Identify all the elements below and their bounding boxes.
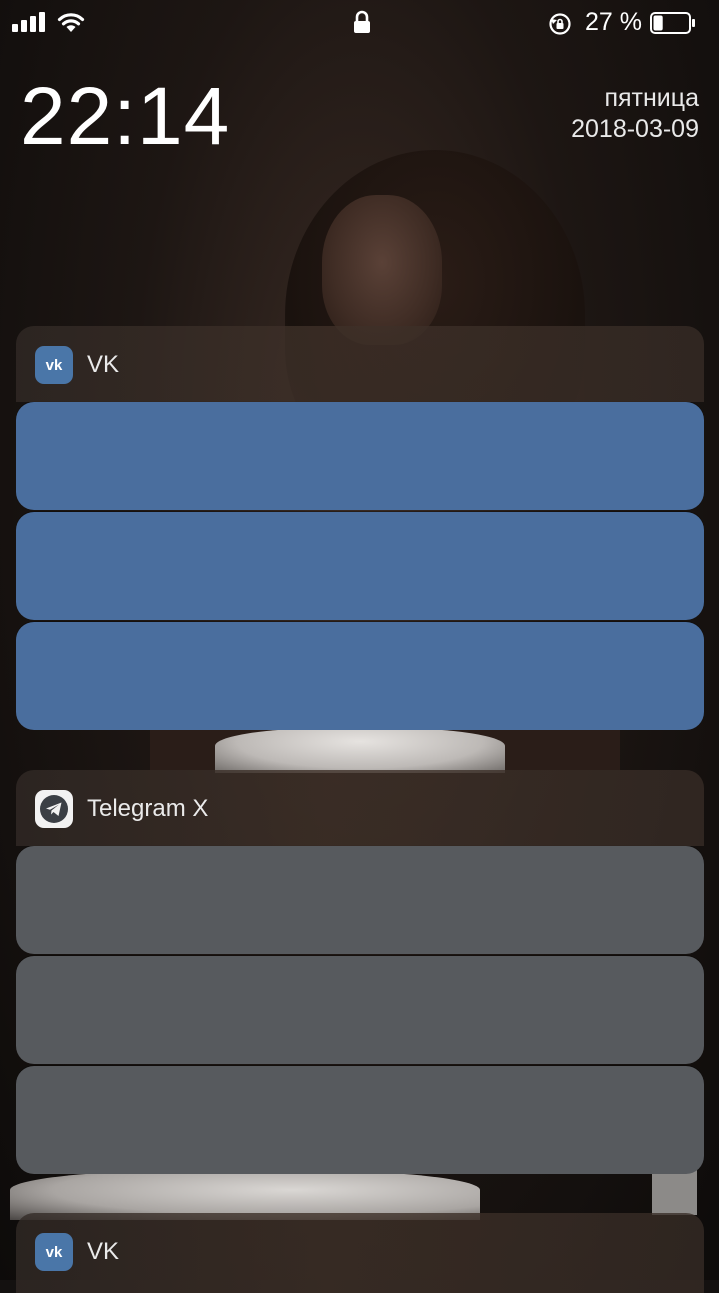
lockscreen-date: 2018-03-09 — [571, 115, 699, 143]
notification-card[interactable] — [16, 1066, 704, 1174]
cellular-signal-icon — [12, 12, 45, 32]
wifi-icon — [57, 13, 85, 32]
wallpaper-cat — [215, 728, 505, 773]
notification-group-vk-2[interactable]: vk VK — [16, 1213, 704, 1293]
app-name: VK — [87, 1238, 120, 1265]
telegram-icon — [35, 790, 73, 828]
lockscreen-weekday: пятница — [604, 84, 699, 112]
notification-card[interactable] — [16, 622, 704, 730]
wallpaper-chair — [652, 1170, 697, 1215]
notification-group-vk[interactable]: vk VK — [16, 326, 704, 730]
battery-icon — [650, 12, 695, 34]
wallpaper-face — [322, 195, 442, 345]
lockscreen-clock: 22:14 — [20, 71, 231, 162]
app-name: Telegram X — [87, 795, 209, 822]
vk-icon: vk — [35, 346, 73, 384]
notification-card[interactable] — [16, 956, 704, 1064]
notification-group-header[interactable]: vk VK — [16, 1213, 704, 1293]
status-bar: 27 % — [0, 0, 719, 48]
svg-text:vk: vk — [46, 1244, 63, 1260]
notification-group-header[interactable]: Telegram X — [16, 770, 704, 846]
notification-group-telegram-x[interactable]: Telegram X — [16, 770, 704, 1174]
rotation-lock-icon — [549, 13, 571, 35]
app-name: VK — [87, 351, 120, 378]
battery-percent: 27 % — [585, 8, 642, 36]
svg-text:vk: vk — [46, 357, 63, 373]
lock-icon — [354, 10, 370, 33]
notification-card[interactable] — [16, 402, 704, 510]
notification-card[interactable] — [16, 846, 704, 954]
notification-group-header[interactable]: vk VK — [16, 326, 704, 402]
notification-card[interactable] — [16, 512, 704, 620]
vk-icon: vk — [35, 1233, 73, 1271]
